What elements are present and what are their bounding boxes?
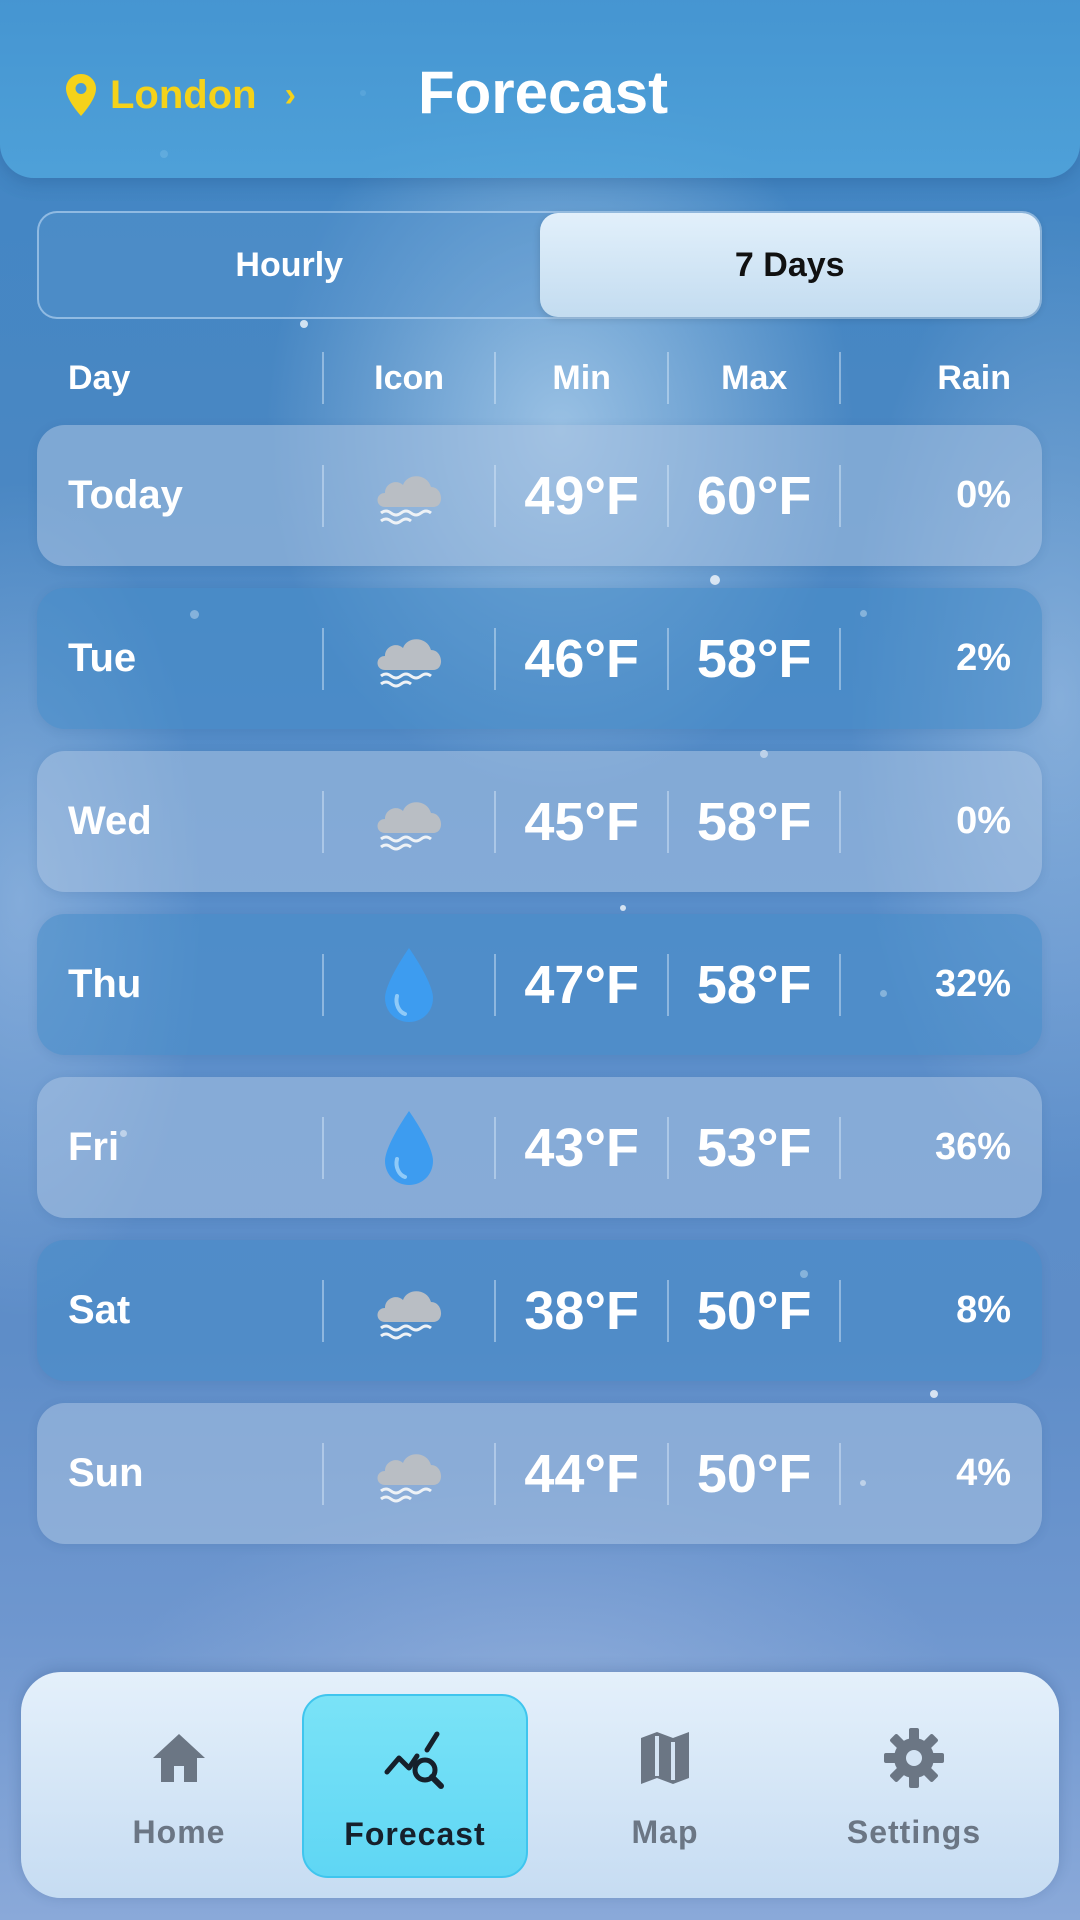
header-rain: Rain [937,358,1012,397]
row-rain: 36% [934,1126,1012,1168]
row-max: 58°F [696,791,812,852]
nav-forecast[interactable]: Forecast [302,1694,528,1878]
forecast-table: Today 49°F 60°F 0% Tue 46°F 58°F 2% Wed … [37,425,1042,1566]
row-rain: 0% [956,474,1012,516]
row-day: Wed [68,799,152,843]
row-min: 47°F [524,954,639,1015]
row-min: 49°F [524,465,639,526]
rain-drop-icon [324,946,495,1024]
header-icon: Icon [374,358,445,397]
app-header: London › Forecast [0,0,1080,178]
chart-search-icon [384,1731,444,1789]
row-rain: 32% [934,963,1012,1005]
fog-cloud-icon [324,1441,495,1507]
row-rain: 2% [956,637,1012,679]
tab-hourly[interactable]: Hourly [39,213,540,317]
map-icon [641,1732,689,1784]
chevron-right-icon: › [284,75,296,114]
view-toggle: Hourly 7 Days [37,211,1042,319]
header-min: Min [552,358,611,397]
table-row[interactable]: Sat 38°F 50°F 8% [37,1240,1042,1381]
row-min: 46°F [524,628,639,689]
row-rain: 4% [956,1452,1012,1494]
row-max: 50°F [696,1443,812,1504]
row-max: 58°F [696,954,812,1015]
fog-cloud-icon [324,463,495,529]
bottom-nav: Home Forecast Map Settings [21,1672,1059,1898]
nav-settings[interactable]: Settings [801,1694,1027,1878]
home-icon [153,1734,205,1782]
gear-icon [884,1728,944,1788]
nav-forecast-label: Forecast [344,1816,486,1852]
row-rain: 8% [956,1289,1012,1331]
row-min: 38°F [524,1280,639,1341]
row-day: Sat [68,1288,131,1332]
row-max: 53°F [696,1117,812,1178]
nav-home-label: Home [132,1814,226,1850]
row-min: 43°F [524,1117,639,1178]
location-selector[interactable]: London › [66,70,296,120]
nav-map-label: Map [631,1814,699,1850]
table-row[interactable]: Tue 46°F 58°F 2% [37,588,1042,729]
row-day: Tue [68,636,137,680]
table-header: Day Icon Min Max Rain [37,350,1042,406]
row-day: Sun [68,1451,144,1495]
fog-cloud-icon [324,626,495,692]
row-rain: 0% [956,800,1012,842]
table-row[interactable]: Thu 47°F 58°F 32% [37,914,1042,1055]
header-day: Day [68,358,131,397]
table-row[interactable]: Today 49°F 60°F 0% [37,425,1042,566]
row-min: 45°F [524,791,639,852]
location-name: London [110,72,257,117]
table-row[interactable]: Wed 45°F 58°F 0% [37,751,1042,892]
location-pin-icon [66,74,96,116]
nav-home[interactable]: Home [66,1694,292,1878]
table-row[interactable]: Sun 44°F 50°F 4% [37,1403,1042,1544]
row-min: 44°F [524,1443,639,1504]
row-max: 50°F [696,1280,812,1341]
fog-cloud-icon [324,789,495,855]
row-max: 60°F [696,465,812,526]
row-day: Thu [68,962,142,1006]
nav-settings-label: Settings [846,1814,982,1850]
nav-map[interactable]: Map [552,1694,778,1878]
table-row[interactable]: Fri 43°F 53°F 36% [37,1077,1042,1218]
page-title: Forecast [418,59,669,126]
fog-cloud-icon [324,1278,495,1344]
row-max: 58°F [696,628,812,689]
row-day: Fri [68,1125,120,1169]
tab-7-days[interactable]: 7 Days [539,213,1040,317]
header-max: Max [721,358,788,397]
rain-drop-icon [324,1109,495,1187]
row-day: Today [68,473,183,517]
